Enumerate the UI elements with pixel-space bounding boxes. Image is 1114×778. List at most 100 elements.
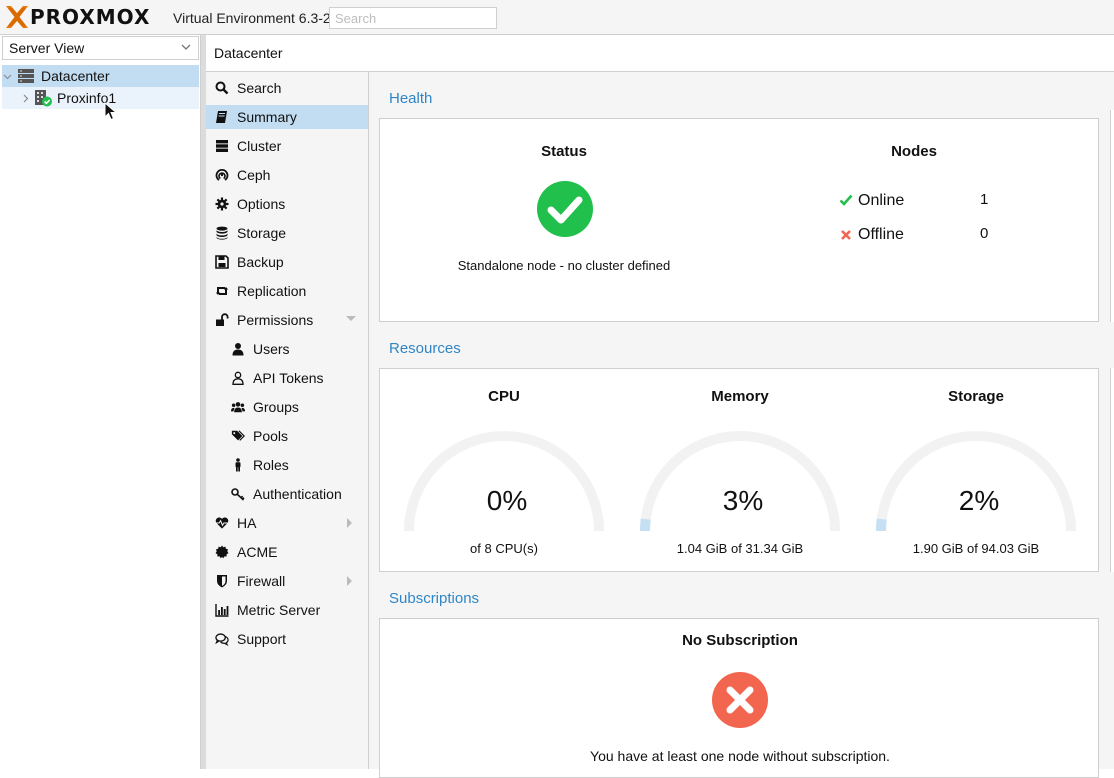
top-bar: PROXMOX Virtual Environment 6.3-2: [0, 0, 1114, 35]
nav-item-api-tokens[interactable]: API Tokens: [206, 366, 368, 390]
floppy-icon: [215, 255, 229, 269]
logo-text: PROXMOX: [30, 5, 151, 29]
gauge-value-storage: 2%: [958, 485, 1000, 516]
nav-item-backup[interactable]: Backup: [206, 250, 368, 274]
server-rack-icon: [17, 68, 35, 84]
offline-label: Offline: [858, 226, 904, 243]
male-icon: [231, 458, 245, 472]
gauge-detail-cpu: of 8 CPU(s): [470, 541, 538, 556]
resources-panel: CPU 0% of 8 CPU(s) Memory 3% 1.04 GiB of…: [379, 368, 1099, 572]
offline-count: 0: [980, 225, 989, 242]
resource-tree-panel: Server View Datacenter Proxinfo1: [0, 35, 201, 769]
user-outline-icon: [231, 371, 245, 385]
chevron-down-icon: [181, 44, 191, 50]
mouse-cursor-icon: [104, 102, 118, 121]
gauge-title-memory: Memory: [711, 388, 769, 405]
user-icon: [231, 342, 245, 356]
health-panel: Status Standalone node - no cluster defi…: [379, 118, 1099, 322]
nav-item-summary[interactable]: Summary: [206, 105, 368, 129]
nav-item-label: Search: [237, 80, 282, 96]
node-online-icon: [33, 89, 53, 107]
nav-item-label: Permissions: [237, 312, 314, 328]
nav-item-metric-server[interactable]: Metric Server: [206, 598, 368, 622]
nav-item-roles[interactable]: Roles: [206, 453, 368, 477]
online-count: 1: [980, 191, 989, 208]
nav-item-ceph[interactable]: Ceph: [206, 163, 368, 187]
nav-item-storage[interactable]: Storage: [206, 221, 368, 245]
expand-arrow-icon[interactable]: [346, 576, 354, 586]
expand-arrow-icon[interactable]: [346, 518, 354, 528]
heartbeat-icon: [215, 516, 229, 530]
tree-item-datacenter[interactable]: Datacenter: [2, 65, 199, 87]
proxmox-logo[interactable]: PROXMOX: [6, 5, 150, 29]
online-label: Online: [858, 192, 905, 209]
nav-item-acme[interactable]: ACME: [206, 540, 368, 564]
bar-chart-icon: [215, 603, 229, 617]
retweet-icon: [215, 284, 229, 298]
tree-item-node[interactable]: Proxinfo1: [2, 87, 199, 109]
right-column-edge: [1110, 368, 1114, 572]
status-text: Standalone node - no cluster defined: [457, 258, 671, 273]
nav-item-cluster[interactable]: Cluster: [206, 134, 368, 158]
gear-icon: [215, 197, 229, 211]
nav-item-label: Options: [237, 196, 286, 212]
nav-item-users[interactable]: Users: [206, 337, 368, 361]
subscription-text: You have at least one node without subsc…: [590, 748, 890, 764]
storage-gauge: [876, 431, 1076, 532]
collapse-arrow-icon[interactable]: [346, 315, 356, 323]
gauge-value-cpu: 0%: [486, 485, 528, 516]
nav-item-label: Storage: [237, 225, 287, 241]
gauge-detail-storage: 1.90 GiB of 94.03 GiB: [912, 541, 1040, 556]
subscriptions-title: Subscriptions: [389, 590, 480, 607]
nav-item-label: Firewall: [237, 573, 286, 589]
view-select-value: Server View: [9, 40, 85, 56]
nav-item-ha[interactable]: HA: [206, 511, 368, 535]
view-select[interactable]: Server View: [2, 36, 199, 60]
nav-item-options[interactable]: Options: [206, 192, 368, 216]
nav-item-label: ACME: [237, 544, 278, 560]
nav-item-label: Summary: [237, 109, 297, 125]
tree-item-label: Datacenter: [41, 68, 110, 84]
nav-item-groups[interactable]: Groups: [206, 395, 368, 419]
gauge-detail-memory: 1.04 GiB of 31.34 GiB: [676, 541, 804, 556]
comments-icon: [215, 632, 229, 646]
gauge-title-cpu: CPU: [488, 388, 520, 405]
nav-item-support[interactable]: Support: [206, 627, 368, 651]
right-column-edge: [1110, 110, 1114, 322]
resources-title: Resources: [389, 340, 461, 357]
content-title: Datacenter: [206, 35, 1114, 72]
book-icon: [215, 110, 229, 124]
status-ok-icon: [537, 181, 593, 237]
nav-item-authentication[interactable]: Authentication: [206, 482, 368, 506]
tree-expand-icon[interactable]: [20, 94, 30, 103]
nav-item-label: API Tokens: [253, 370, 324, 386]
subscription-error-icon: [712, 672, 768, 728]
nav-item-firewall[interactable]: Firewall: [206, 569, 368, 593]
subscription-heading: No Subscription: [682, 632, 798, 649]
nav-item-label: Pools: [253, 428, 289, 444]
nav-item-label: HA: [237, 515, 257, 531]
ceph-icon: [215, 168, 229, 182]
memory-gauge: [640, 431, 840, 532]
nav-item-pools[interactable]: Pools: [206, 424, 368, 448]
version-label: Virtual Environment 6.3-2: [173, 10, 331, 26]
health-title: Health: [389, 90, 433, 107]
unlock-icon: [215, 313, 229, 327]
nav-item-replication[interactable]: Replication: [206, 279, 368, 303]
nav-item-permissions[interactable]: Permissions: [206, 308, 368, 332]
users-icon: [231, 400, 245, 414]
subscriptions-panel: No Subscription You have at least one no…: [379, 618, 1099, 778]
summary-panels: Health Status Standalone node - no clust…: [369, 72, 1114, 778]
health-panel-header: Health: [379, 72, 1098, 118]
gauge-value-memory: 3%: [722, 485, 764, 516]
nav-item-label: Cluster: [237, 138, 282, 154]
tree-expand-icon[interactable]: [2, 72, 12, 81]
check-icon: [839, 194, 853, 206]
nav-item-search[interactable]: Search: [206, 76, 368, 100]
global-search-input[interactable]: [329, 7, 497, 29]
subscriptions-panel-header: Subscriptions: [379, 572, 1098, 618]
nav-item-label: Authentication: [253, 486, 342, 502]
datacenter-nav: Search Summary Cluster Ceph Options Stor…: [206, 72, 369, 769]
tags-icon: [231, 429, 245, 443]
nav-item-label: Groups: [253, 399, 299, 415]
